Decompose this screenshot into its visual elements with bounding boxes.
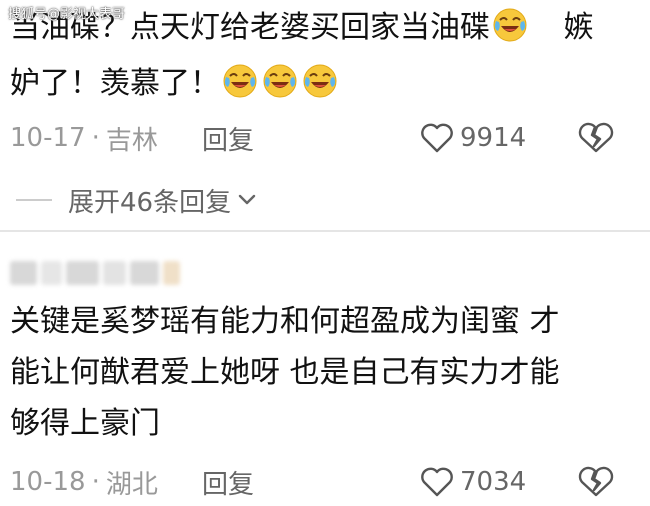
crying-laughing-emoji-icon xyxy=(303,64,337,98)
heart-icon xyxy=(421,467,453,497)
comment-1-line-1-tail: 嫉 xyxy=(563,10,594,45)
crying-laughing-emoji-icon xyxy=(263,64,297,98)
comment-2-location: 湖北 xyxy=(105,469,158,500)
comment-divider xyxy=(0,230,650,232)
username-blurred xyxy=(10,258,180,288)
comment-1-meta: 10-17 · 吉林 回复 9914 xyxy=(10,118,640,158)
comment-2-meta: 10-18 · 湖北 回复 7034 xyxy=(10,462,640,502)
crying-laughing-emoji-icon xyxy=(223,64,257,98)
comment-1-like-count: 9914 xyxy=(460,123,527,153)
comment-2-line-3: 够得上豪门 xyxy=(10,406,160,441)
comment-2-date: 10-18 xyxy=(10,467,86,497)
meta-separator: · xyxy=(91,467,100,497)
comment-2-text: 关键是奚梦瑶有能力和何超盈成为闺蜜 才 能让何猷君爱上她呀 也是自己有实力才能 … xyxy=(10,296,640,449)
watermark: 搜狐号@影视大表哥 xyxy=(8,7,126,22)
comment-1-line-2-text: 妒了！羡慕了！ xyxy=(10,66,220,101)
expand-replies-label: 展开46条回复 xyxy=(68,187,232,218)
broken-heart-icon[interactable] xyxy=(578,122,614,154)
comment-1-line-2: 妒了！羡慕了！ xyxy=(10,56,640,112)
comment-2-like-button[interactable]: 7034 xyxy=(420,467,526,497)
comment-feed: 搜狐号@影视大表哥 当油碟？点天灯给老婆买回家当油碟 嫉 妒了！羡慕了！ 10-… xyxy=(0,0,650,506)
comment-1-reply-button[interactable]: 回复 xyxy=(202,120,254,157)
comment-2-line-2: 能让何猷君爱上她呀 也是自己有实力才能 xyxy=(10,355,560,390)
heart-icon xyxy=(421,123,453,153)
comment-1-location: 吉林 xyxy=(105,125,158,156)
chevron-down-icon xyxy=(238,194,256,205)
broken-heart-icon[interactable] xyxy=(578,466,614,498)
comment-2-reply-button[interactable]: 回复 xyxy=(202,464,254,501)
comment-1-date: 10-17 xyxy=(10,123,86,153)
meta-separator: · xyxy=(91,123,100,153)
crying-laughing-emoji-icon xyxy=(493,8,527,42)
comment-1-like-button[interactable]: 9914 xyxy=(420,123,526,153)
expand-replies-button[interactable]: 展开46条回复 xyxy=(16,182,257,218)
comment-2-like-count: 7034 xyxy=(460,467,527,497)
expand-rule xyxy=(16,199,52,201)
comment-2-line-1: 关键是奚梦瑶有能力和何超盈成为闺蜜 才 xyxy=(10,304,560,339)
